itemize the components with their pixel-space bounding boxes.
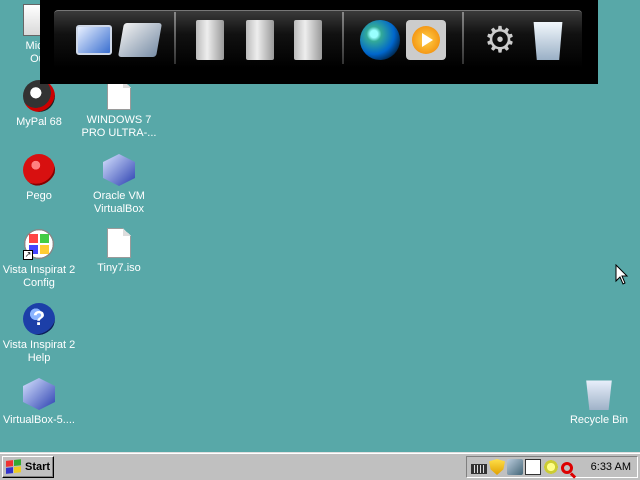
start-button[interactable]: Start (2, 456, 54, 478)
desktop-icon-mypal[interactable]: MyPal 68 (0, 80, 78, 129)
network-icon (118, 23, 162, 57)
computer-icon (76, 25, 112, 55)
dock-separator (462, 12, 464, 64)
network-icon[interactable] (507, 459, 523, 475)
document-icon (107, 80, 131, 110)
dock-media-player[interactable] (404, 18, 448, 62)
desktop-icon-tiny7-iso[interactable]: Tiny7.iso (80, 228, 158, 275)
mypal-browser-icon (23, 80, 55, 112)
desktop-icon-label: Vista Inspirat 2 Help (2, 339, 76, 364)
virtualbox-icon (103, 154, 135, 186)
desktop-icon-label: Tiny7.iso (97, 262, 141, 274)
desktop-icon-vista-config[interactable]: ↗ Vista Inspirat 2 Config (0, 228, 78, 290)
security-shield-icon[interactable] (489, 459, 505, 475)
globe-browser-icon (360, 20, 400, 60)
help-icon: ? (23, 303, 55, 335)
desktop-icon-label: Oracle VM VirtualBox (93, 190, 145, 215)
virtualbox-icon (23, 378, 55, 410)
desktop-icon-label: Vista Inspirat 2 Config (2, 264, 76, 289)
dock-separator (174, 12, 176, 64)
volume-icon[interactable] (543, 459, 559, 475)
dock-browser[interactable] (358, 18, 402, 62)
desktop-icon-oracle-virtualbox[interactable]: Oracle VM VirtualBox (80, 154, 158, 216)
taskbar: Start 6:33 AM (0, 452, 640, 480)
desktop-icon-windows7-file[interactable]: WINDOWS 7 PRO ULTRA-... (80, 80, 158, 140)
keyboard-icon[interactable] (471, 463, 487, 474)
dock-bar: ⚙ (40, 0, 598, 84)
desktop-icon-virtualbox-installer[interactable]: VirtualBox-5.... (0, 378, 78, 427)
dock-recycle-bin[interactable] (526, 18, 570, 62)
desktop-icon-recycle-bin[interactable]: Recycle Bin (560, 378, 638, 427)
desktop-icon-vista-help[interactable]: ? Vista Inspirat 2 Help (0, 303, 78, 365)
dock-computer[interactable] (72, 18, 116, 62)
dock-documents-folder[interactable] (238, 18, 282, 62)
desktop-icon-label: WINDOWS 7 PRO ULTRA-... (81, 114, 157, 139)
documents-folder-icon (246, 20, 274, 60)
settings-gears-icon: ⚙ (483, 19, 517, 60)
windows-config-icon: ↗ (23, 228, 55, 260)
recycle-bin-icon (533, 22, 563, 60)
dock-settings[interactable]: ⚙ (478, 18, 522, 62)
desktop-icon-label: Pego (26, 190, 52, 202)
media-player-icon (406, 20, 446, 60)
display-icon[interactable] (525, 459, 541, 475)
clock[interactable]: 6:33 AM (591, 461, 631, 473)
pego-icon (23, 154, 55, 186)
document-icon (107, 228, 131, 258)
start-button-label: Start (25, 461, 51, 473)
dock-network[interactable] (118, 18, 162, 62)
system-tray: 6:33 AM (466, 456, 638, 478)
desktop-icon-label: VirtualBox-5.... (3, 414, 75, 426)
recycle-bin-icon (586, 380, 612, 410)
dock-separator (342, 12, 344, 64)
search-icon[interactable] (561, 461, 573, 474)
pictures-folder-icon (294, 20, 322, 60)
shortcut-arrow-icon: ↗ (23, 250, 33, 260)
folder-icon (196, 20, 224, 60)
desktop-icon-label: MyPal 68 (16, 116, 62, 128)
desktop-icon-label: Recycle Bin (569, 414, 629, 426)
desktop-icon-pego[interactable]: Pego (0, 154, 78, 203)
windows-logo-icon (6, 459, 22, 475)
dock-folder[interactable] (188, 18, 232, 62)
dock-pictures-folder[interactable] (286, 18, 330, 62)
